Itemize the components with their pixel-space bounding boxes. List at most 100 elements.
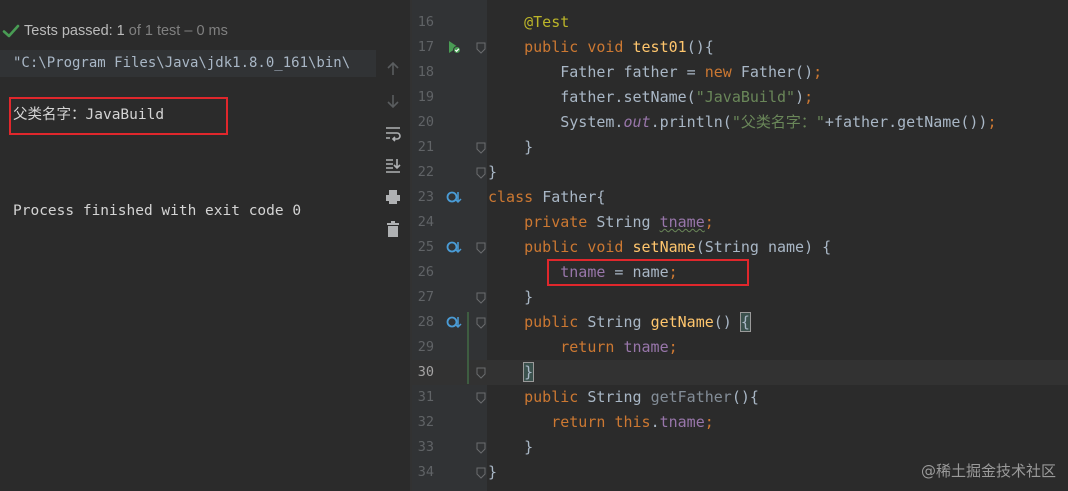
code-line[interactable]: 17 public void test01(){ [412, 35, 1068, 60]
code-line[interactable]: 28 public String getName() { [412, 310, 1068, 335]
code-token: private [524, 213, 597, 231]
console-toolbar [376, 50, 410, 491]
print-icon[interactable] [384, 188, 402, 206]
override-icon[interactable] [446, 314, 462, 330]
line-number: 24 [417, 214, 434, 230]
code-token: test01 [632, 38, 687, 56]
line-number: 18 [417, 64, 434, 80]
code-token: } [488, 138, 534, 156]
scroll-to-end-icon[interactable] [384, 156, 402, 174]
fold-marker-icon[interactable] [476, 167, 486, 179]
tests-summary-label: of 1 test – 0 ms [128, 23, 228, 39]
line-number: 29 [417, 339, 434, 355]
check-icon [2, 24, 20, 38]
line-number: 16 [417, 14, 434, 30]
line-number: 23 [417, 189, 434, 205]
code-line[interactable]: 30 } [412, 360, 1068, 385]
code-line[interactable]: 31 public String getFather(){ [412, 385, 1068, 410]
code-token: ) [795, 88, 805, 106]
down-arrow-icon[interactable] [384, 92, 402, 110]
code-line[interactable]: 20 System.out.println("父类名字："+father.get… [412, 110, 1068, 135]
watermark: @稀土掘金技术社区 [920, 462, 1056, 480]
code-token: String [587, 313, 651, 331]
fold-marker-icon[interactable] [476, 142, 486, 154]
code-token: } [488, 163, 498, 181]
code-token: return [551, 413, 615, 431]
run-test-icon[interactable] [446, 39, 462, 55]
line-number: 22 [417, 164, 434, 180]
line-number: 17 [417, 39, 434, 55]
line-number: 34 [417, 464, 434, 480]
override-icon[interactable] [446, 239, 462, 255]
run-panel: Tests passed: 1 of 1 test – 0 ms "C:\Pro… [0, 0, 376, 491]
code-token: class [488, 188, 543, 206]
line-number: 30 [417, 364, 434, 380]
line-number: 32 [417, 414, 434, 430]
soft-wrap-icon[interactable] [384, 124, 402, 142]
line-number: 20 [417, 114, 434, 130]
code-token: return [560, 338, 624, 356]
fold-marker-icon[interactable] [476, 467, 486, 479]
code-token: out [623, 113, 651, 131]
code-token: tname [659, 213, 705, 231]
fold-marker-icon[interactable] [476, 42, 486, 54]
fold-marker-icon[interactable] [476, 442, 486, 454]
process-finished-line: Process finished with exit code 0 [13, 203, 302, 219]
code-token: String [596, 213, 660, 231]
code-token: father.setName( [488, 88, 696, 106]
code-text: class Father{ [488, 185, 605, 210]
code-text: } [488, 460, 497, 485]
code-line[interactable]: 24 private String tname; [412, 210, 1068, 235]
code-token: getName [650, 313, 714, 331]
trash-icon[interactable] [384, 220, 402, 238]
code-text: public String getName() { [488, 310, 751, 335]
code-token: ; [804, 88, 814, 106]
line-number: 26 [417, 264, 434, 280]
code-text: return this.tname; [488, 410, 714, 435]
code-token: { [739, 312, 751, 332]
code-token: @Test [524, 13, 570, 31]
fold-marker-icon[interactable] [476, 317, 486, 329]
vcs-change-marker [467, 312, 469, 384]
code-token: "JavaBuild" [695, 88, 796, 106]
code-text: private String tname; [488, 210, 714, 235]
code-line[interactable]: 16 @Test [412, 10, 1068, 35]
code-line[interactable]: 18 Father father = new Father(); [412, 60, 1068, 85]
code-token: getFather [650, 388, 732, 406]
code-text: } [488, 135, 533, 160]
code-line[interactable]: 19 father.setName("JavaBuild"); [412, 85, 1068, 110]
up-arrow-icon[interactable] [384, 60, 402, 78]
code-token: ; [668, 338, 678, 356]
code-token: } [488, 438, 534, 456]
code-token: (){ [686, 38, 714, 56]
line-number: 21 [417, 139, 434, 155]
code-line[interactable]: 29 return tname; [412, 335, 1068, 360]
code-line[interactable]: 33 } [412, 435, 1068, 460]
fold-marker-icon[interactable] [476, 242, 486, 254]
code-line[interactable]: 25 public void setName(String name) { [412, 235, 1068, 260]
code-line[interactable]: 23 class Father{ [412, 185, 1068, 210]
code-token: } [488, 463, 498, 481]
code-token: ; [704, 413, 714, 431]
code-token: .println( [650, 113, 732, 131]
implemented-icon[interactable] [446, 189, 462, 205]
fold-marker-icon[interactable] [476, 367, 486, 379]
code-text: public String getFather(){ [488, 385, 759, 410]
code-line[interactable]: 27 } [412, 285, 1068, 310]
code-line[interactable]: 21 } [412, 135, 1068, 160]
code-line[interactable]: 22} [412, 160, 1068, 185]
fold-marker-icon[interactable] [476, 292, 486, 304]
code-token: } [488, 288, 534, 306]
code-text: return tname; [488, 335, 678, 360]
line-number: 25 [417, 239, 434, 255]
code-token: () [713, 313, 741, 331]
code-token: "父类名字：" [731, 113, 825, 131]
code-line[interactable]: 32 return this.tname; [412, 410, 1068, 435]
code-text: } [488, 435, 533, 460]
fold-marker-icon[interactable] [476, 392, 486, 404]
code-editor[interactable]: 16 @Test 17 public void test01(){18 Fathe… [412, 0, 1068, 491]
code-token: public [524, 388, 588, 406]
